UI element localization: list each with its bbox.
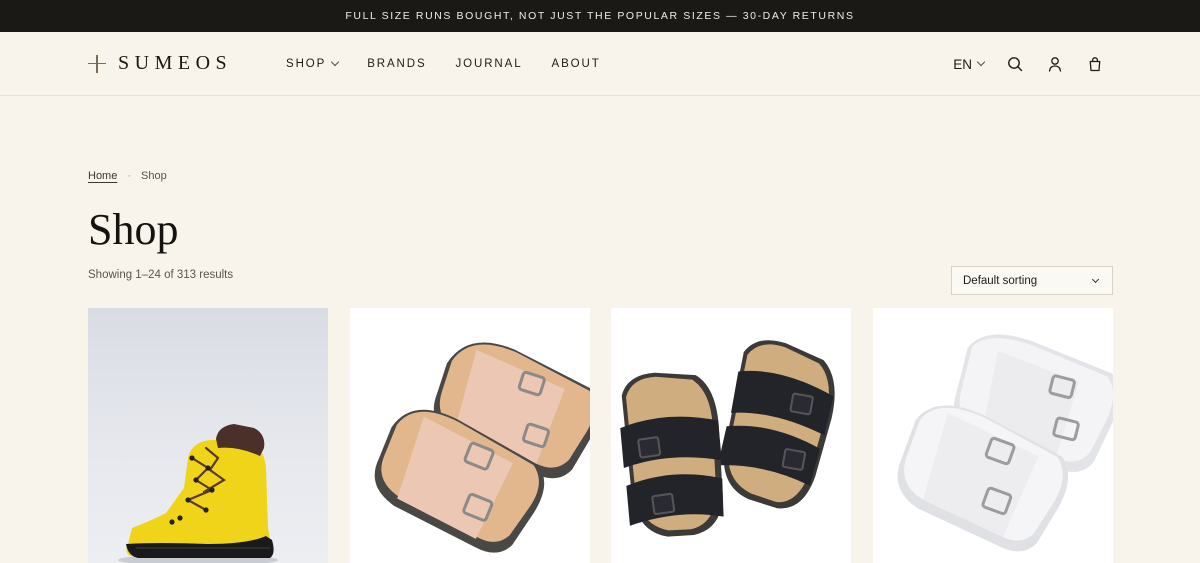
- product-card[interactable]: [88, 308, 328, 563]
- chevron-down-icon: [1091, 275, 1100, 284]
- beige-suede-double-buckle-sandals-image: [374, 342, 590, 553]
- nav-item-about[interactable]: ABOUT: [552, 58, 601, 70]
- announcement-bar: FULL SIZE RUNS BOUGHT, NOT JUST THE POPU…: [0, 0, 1200, 32]
- breadcrumb-separator: ·: [127, 170, 132, 182]
- chevron-down-icon: [976, 57, 986, 67]
- brand-logo[interactable]: SUMEOS: [88, 52, 232, 75]
- nav-item-label: JOURNAL: [455, 58, 523, 70]
- breadcrumb: Home · Shop: [88, 170, 167, 182]
- sort-selected-label: Default sorting: [963, 274, 1038, 287]
- chevron-down-icon: [330, 57, 340, 67]
- page-title: Shop: [88, 205, 179, 254]
- language-label: EN: [953, 56, 972, 72]
- nav-item-label: SHOP: [286, 58, 327, 70]
- brand-name: SUMEOS: [118, 52, 233, 74]
- main-nav: SHOP BRANDS JOURNAL ABOUT: [286, 32, 601, 96]
- white-double-buckle-sandals-image: [897, 334, 1113, 552]
- sort-select[interactable]: Default sorting: [951, 266, 1113, 295]
- breadcrumb-current: Shop: [141, 170, 167, 182]
- announcement-text: FULL SIZE RUNS BOUGHT, NOT JUST THE POPU…: [345, 10, 855, 22]
- nav-item-journal[interactable]: JOURNAL: [456, 58, 523, 70]
- language-selector[interactable]: EN: [953, 56, 986, 72]
- nav-item-brands[interactable]: BRANDS: [367, 58, 426, 70]
- header-tools: EN: [953, 32, 1104, 96]
- black-leather-double-buckle-sandals-image: [620, 340, 835, 537]
- nav-item-shop[interactable]: SHOP: [286, 57, 340, 70]
- result-count: Showing 1–24 of 313 results: [88, 269, 234, 281]
- nav-item-label: ABOUT: [551, 58, 601, 70]
- search-icon[interactable]: [1006, 55, 1024, 73]
- product-card[interactable]: [611, 308, 851, 563]
- bag-icon[interactable]: [1086, 55, 1104, 73]
- product-card[interactable]: [350, 308, 590, 563]
- product-card[interactable]: [873, 308, 1113, 563]
- account-icon[interactable]: [1046, 55, 1064, 73]
- breadcrumb-home-link[interactable]: Home: [88, 170, 117, 182]
- nav-item-label: BRANDS: [367, 58, 427, 70]
- site-header: SUMEOS SHOP BRANDS JOURNAL ABOUT EN: [0, 32, 1200, 96]
- star-logo-icon: [88, 54, 106, 73]
- yellow-hiking-boot-image: [118, 424, 278, 563]
